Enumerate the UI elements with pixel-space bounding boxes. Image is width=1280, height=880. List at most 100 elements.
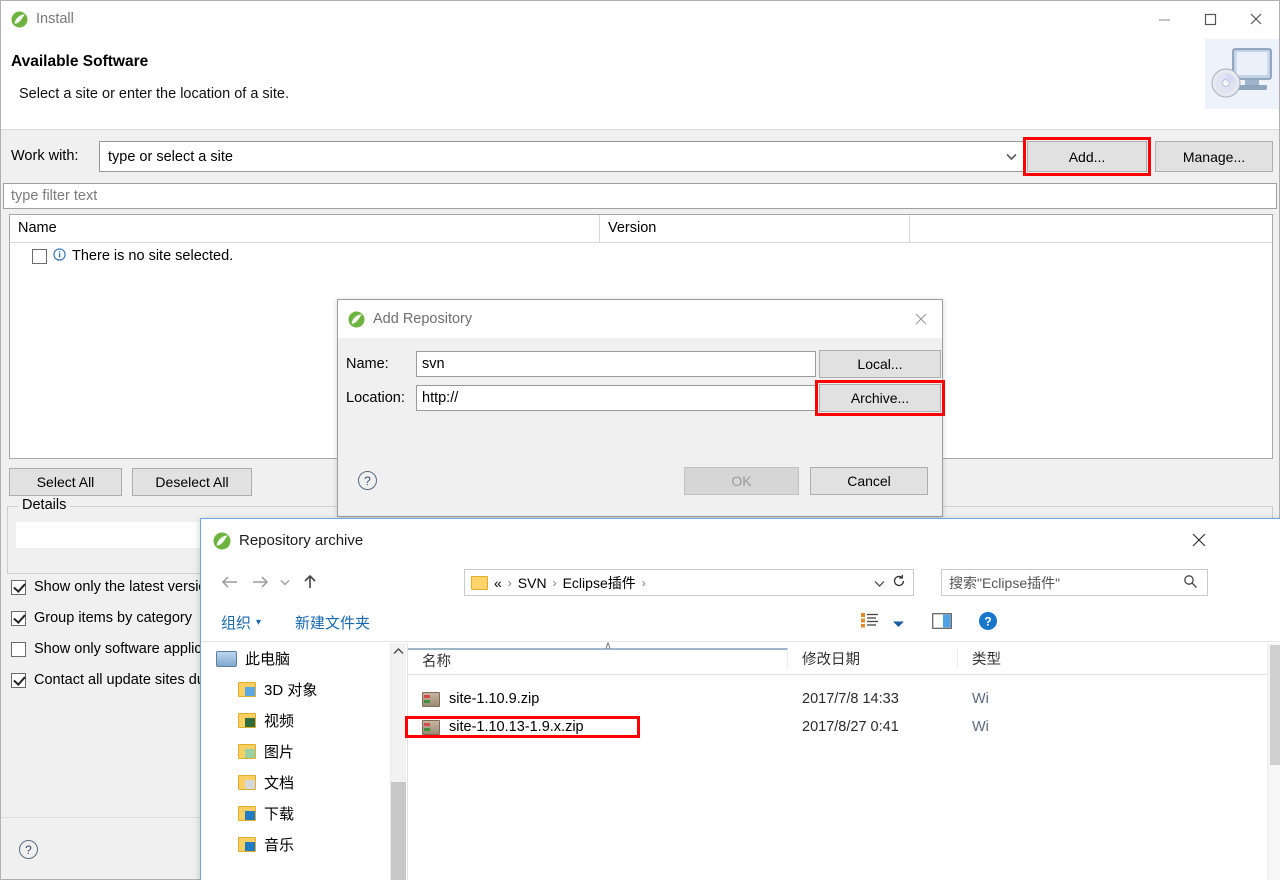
close-icon[interactable] [1176,525,1222,555]
breadcrumb-separator: › [552,575,557,590]
column-header-date[interactable]: 修改日期 [788,648,958,669]
work-with-combo[interactable]: type or select a site [99,141,1025,172]
this-pc-icon [216,650,237,667]
file-date-cell: 2017/8/27 0:41 [802,719,899,735]
location-label: Location: [346,390,405,406]
refresh-icon[interactable] [892,574,906,591]
chevron-down-icon[interactable] [874,576,885,590]
explorer-navbar: « › SVN › Eclipse插件 › 搜索"Eclipse插件" [201,561,1280,603]
breadcrumb[interactable]: « › SVN › Eclipse插件 › [464,569,914,596]
folder-3d-objects-icon [238,682,256,697]
view-chevron-down-icon[interactable] [893,614,904,630]
details-legend: Details [18,497,71,513]
file-name-label: site-1.10.9.zip [449,691,540,707]
chevron-down-icon[interactable] [275,567,295,597]
search-icon[interactable] [1183,574,1198,592]
archive-button[interactable]: Archive... [815,380,945,416]
sidebar-item-this-pc[interactable]: 此电脑 [202,643,406,674]
file-date-cell: 2017/7/8 14:33 [802,691,899,707]
deselect-all-button[interactable]: Deselect All [132,468,252,496]
file-row[interactable]: site-1.10.13-1.9.x.zip 2017/8/27 0:41 Wi [405,713,1267,741]
page-subtitle: Select a site or enter the location of a… [19,86,290,102]
scroll-up-icon[interactable] [391,643,406,659]
breadcrumb-separator: › [641,575,646,590]
eclipse-logo-icon [11,11,28,28]
close-icon[interactable] [906,306,936,332]
help-icon[interactable]: ? [19,840,38,859]
file-list-scrollbar[interactable] [1267,643,1280,880]
maximize-button[interactable] [1187,1,1233,37]
scrollbar-thumb[interactable] [391,782,406,880]
search-input[interactable]: 搜索"Eclipse插件" [941,569,1208,596]
wizard-header: Available Software Select a site or ente… [1,37,1279,130]
file-name-cell[interactable]: site-1.10.9.zip [408,691,788,707]
name-label: Name: [346,356,389,372]
arrow-right-icon[interactable] [245,567,275,597]
computer-cd-icon [1205,39,1279,109]
help-icon[interactable]: ? [978,611,998,634]
file-name-cell-selected[interactable]: site-1.10.13-1.9.x.zip [405,716,640,738]
option-checkbox[interactable] [11,641,26,657]
folder-pictures-icon [238,744,256,759]
location-field[interactable]: http:// [416,385,816,411]
explorer-toolbar: 组织 ▾ 新建文件夹 ? [201,603,1280,642]
sidebar-item-3d-objects[interactable]: 3D 对象 [202,674,406,705]
scrollbar-thumb[interactable] [1270,645,1280,765]
add-repository-dialog: Add Repository Name: svn Local... Locati… [337,299,945,517]
manage-button[interactable]: Manage... [1155,141,1273,172]
folder-videos-icon [238,713,256,728]
option-label: Group items by category [34,610,192,626]
table-row[interactable]: There is no site selected. [10,243,1272,269]
sidebar-item-videos[interactable]: 视频 [202,705,406,736]
chevron-down-icon[interactable] [998,153,1024,161]
file-type-cell: Wi [972,691,989,707]
arrow-up-icon[interactable] [295,567,325,597]
breadcrumb-prefix: « [494,574,502,591]
select-all-button[interactable]: Select All [9,468,122,496]
minimize-button[interactable] [1141,1,1187,37]
folder-music-icon [238,837,256,852]
column-header-name-label: 名称 [422,654,451,670]
column-header-name[interactable]: Name [10,215,600,243]
column-header-type[interactable]: 类型 [958,648,1267,669]
file-row[interactable]: site-1.10.9.zip 2017/7/8 14:33 Wi [408,685,1267,713]
option-group-by-category[interactable]: Group items by category [11,610,192,626]
filter-input[interactable]: type filter text [3,183,1277,209]
new-folder-button[interactable]: 新建文件夹 [295,612,370,633]
preview-pane-icon[interactable] [932,612,952,632]
sidebar-item-pictures[interactable]: 图片 [202,736,406,767]
close-button[interactable] [1233,1,1279,37]
file-list-pane: 名称 ∧ 修改日期 类型 site-1.10.9.zip 2017/7/8 14… [405,640,1267,880]
folder-documents-icon [238,775,256,790]
option-checkbox[interactable] [11,672,26,688]
local-button[interactable]: Local... [819,350,941,378]
sidebar-item-downloads[interactable]: 下载 [202,798,406,829]
option-checkbox[interactable] [11,579,26,595]
column-header-name[interactable]: 名称 ∧ [408,640,788,670]
ok-button[interactable]: OK [684,467,799,495]
organize-button[interactable]: 组织 ▾ [221,612,261,633]
breadcrumb-item-eclipse-plugins[interactable]: Eclipse插件 [563,573,636,593]
window-controls [1141,1,1279,37]
sidebar-item-documents[interactable]: 文档 [202,767,406,798]
cancel-button[interactable]: Cancel [810,467,928,495]
view-list-icon[interactable] [861,613,879,631]
help-icon[interactable]: ? [358,471,377,490]
folder-icon [471,575,488,590]
install-titlebar: Install [1,1,1279,37]
add-button[interactable]: Add... [1023,137,1151,176]
sidebar-item-music[interactable]: 音乐 [202,829,406,860]
option-checkbox[interactable] [11,610,26,626]
zip-file-icon [422,691,440,707]
breadcrumb-item-svn[interactable]: SVN [518,575,547,591]
sidebar-item-label: 视频 [264,713,295,730]
row-checkbox[interactable] [32,248,47,264]
sidebar-scrollbar[interactable] [390,643,406,880]
chevron-down-icon: ▾ [256,616,262,628]
sidebar-item-label: 下载 [264,806,295,823]
svg-text:?: ? [984,614,991,628]
name-field[interactable]: svn [416,351,816,377]
explorer-sidebar: 此电脑 3D 对象 视频 图片 文档 下载 音乐 [202,643,406,880]
column-header-version[interactable]: Version [600,215,910,243]
arrow-left-icon[interactable] [215,567,245,597]
